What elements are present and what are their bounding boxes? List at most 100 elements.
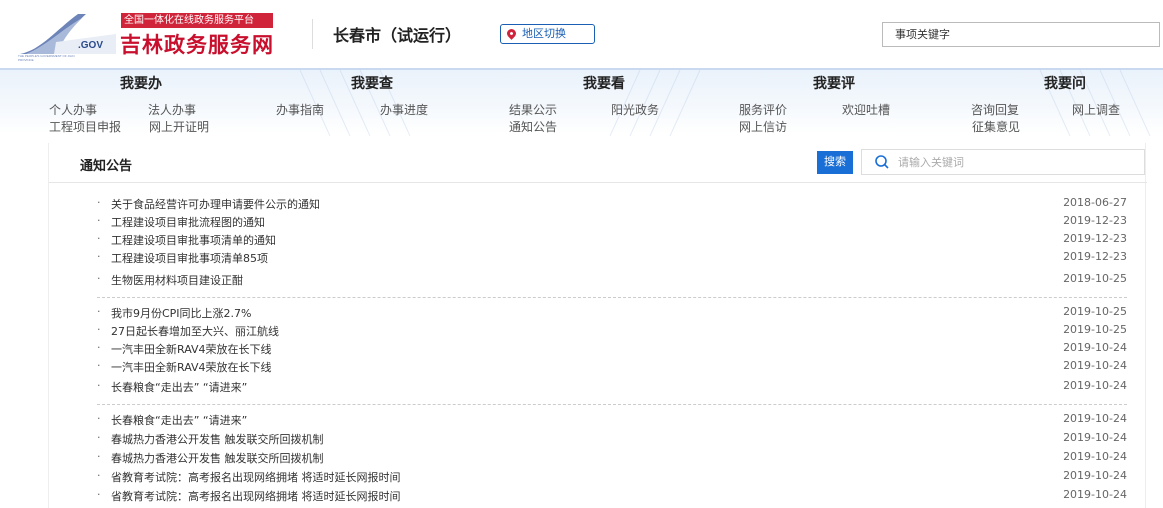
bullet: · xyxy=(97,341,101,354)
notice-item[interactable]: · 工程建设项目审批流程图的通知 2019-12-23 xyxy=(97,214,1127,232)
notice-item[interactable]: · 工程建设项目审批事项清单的通知 2019-12-23 xyxy=(97,232,1127,250)
region-switch-label: 地区切换 xyxy=(522,27,566,40)
group-separator xyxy=(97,404,1127,405)
notice-date: 2019-10-24 xyxy=(1063,469,1127,482)
site-header: .GOV THE PEOPLE'S GOVERNMENT OF JILIN PR… xyxy=(0,0,1163,68)
notice-title[interactable]: 长春粮食“走出去” “请进来” xyxy=(111,412,247,428)
nav-category-kan[interactable]: 我要看 xyxy=(583,73,625,93)
notice-title[interactable]: 春城热力香港公开发售 触发联交所回拨机制 xyxy=(111,450,324,466)
notice-title[interactable]: 关于食品经营许可办理申请要件公示的通知 xyxy=(111,196,320,212)
bullet: · xyxy=(97,250,101,263)
notice-date: 2019-10-24 xyxy=(1063,359,1127,372)
nav-link-petition[interactable]: 网上信访 xyxy=(739,118,787,135)
top-search-input[interactable] xyxy=(882,22,1160,47)
notice-title[interactable]: 省教育考试院：高考报名出现网络拥堵 将适时延长网报时间 xyxy=(111,469,401,485)
nav-link-legal-person[interactable]: 法人办事 xyxy=(148,101,196,118)
notice-panel: 通知公告 搜索 · 关于食品经营许可办理申请要件公示的通知 2018-06-27 ·… xyxy=(48,143,1147,508)
bullet: · xyxy=(97,431,101,444)
notice-title[interactable]: 工程建设项目审批事项清单85项 xyxy=(111,250,268,266)
notice-title[interactable]: 一汽丰田全新RAV4荣放在长下线 xyxy=(111,359,272,375)
nav-link-replies[interactable]: 咨询回复 xyxy=(971,101,1019,118)
keyword-search-input[interactable] xyxy=(898,153,1128,171)
city-title: 长春市（试运行） xyxy=(333,26,462,45)
bullet: · xyxy=(97,232,101,245)
bullet: · xyxy=(97,379,101,392)
bullet: · xyxy=(97,488,101,501)
group-separator xyxy=(97,297,1127,298)
bullet: · xyxy=(97,469,101,482)
notice-date: 2019-10-24 xyxy=(1063,341,1127,354)
nav-link-opinions[interactable]: 征集意见 xyxy=(972,118,1020,135)
logo-subtitle: 全国一体化在线政务服务平台 xyxy=(121,13,273,28)
bullet: · xyxy=(97,214,101,227)
notice-item[interactable]: · 一汽丰田全新RAV4荣放在长下线 2019-10-24 xyxy=(97,341,1127,359)
search-button[interactable]: 搜索 xyxy=(817,151,853,174)
notice-title[interactable]: 工程建设项目审批流程图的通知 xyxy=(111,214,265,230)
nav-link-results[interactable]: 结果公示 xyxy=(509,101,557,118)
notice-date: 2019-10-25 xyxy=(1063,272,1127,285)
bullet: · xyxy=(97,196,101,209)
notice-title[interactable]: 生物医用材料项目建设正酣 xyxy=(111,272,243,288)
keyword-search-box[interactable] xyxy=(861,149,1145,175)
notice-date: 2019-12-23 xyxy=(1063,214,1127,227)
notice-item[interactable]: · 一汽丰田全新RAV4荣放在长下线 2019-10-24 xyxy=(97,359,1127,377)
nav-link-progress[interactable]: 办事进度 xyxy=(380,101,428,118)
notice-item[interactable]: · 我市9月份CPI同比上涨2.7% 2019-10-25 xyxy=(97,305,1127,323)
nav-link-certificate[interactable]: 网上开证明 xyxy=(149,118,209,135)
nav-link-project-declare[interactable]: 工程项目申报 xyxy=(49,118,121,135)
site-title[interactable]: 吉林政务服务网 xyxy=(120,29,274,59)
notice-title[interactable]: 省教育考试院：高考报名出现网络拥堵 将适时延长网报时间 xyxy=(111,488,401,504)
nav-link-notices[interactable]: 通知公告 xyxy=(509,118,557,135)
notice-date: 2019-12-23 xyxy=(1063,250,1127,263)
bullet: · xyxy=(97,272,101,285)
bullet: · xyxy=(97,412,101,425)
nav-category-wen[interactable]: 我要问 xyxy=(1044,73,1086,93)
nav-link-survey[interactable]: 网上调查 xyxy=(1072,101,1120,118)
main-nav: 我要办 我要查 我要看 我要评 我要问 个人办事 法人办事 工程项目申报 网上开… xyxy=(0,68,1163,136)
region-switch-button[interactable]: 地区切换 xyxy=(500,24,595,44)
notice-item[interactable]: · 春城热力香港公开发售 触发联交所回拨机制 2019-10-24 xyxy=(97,431,1127,449)
title-divider xyxy=(49,182,1147,183)
nav-link-service-rating[interactable]: 服务评价 xyxy=(739,101,787,118)
bullet: · xyxy=(97,450,101,463)
notice-date: 2019-10-24 xyxy=(1063,431,1127,444)
notice-date: 2018-06-27 xyxy=(1063,196,1127,209)
nav-link-guide[interactable]: 办事指南 xyxy=(276,101,324,118)
bullet: · xyxy=(97,305,101,318)
nav-category-ping[interactable]: 我要评 xyxy=(813,73,855,93)
notice-item[interactable]: · 春城热力香港公开发售 触发联交所回拨机制 2019-10-24 xyxy=(97,450,1127,468)
notice-title[interactable]: 工程建设项目审批事项清单的通知 xyxy=(111,232,276,248)
notice-date: 2019-10-24 xyxy=(1063,488,1127,501)
bullet: · xyxy=(97,359,101,372)
bullet: · xyxy=(97,323,101,336)
notice-title[interactable]: 春城热力香港公开发售 触发联交所回拨机制 xyxy=(111,431,324,447)
notice-date: 2019-10-24 xyxy=(1063,450,1127,463)
notice-date: 2019-12-23 xyxy=(1063,232,1127,245)
nav-link-complaints[interactable]: 欢迎吐槽 xyxy=(842,101,890,118)
notice-item[interactable]: · 关于食品经营许可办理申请要件公示的通知 2018-06-27 xyxy=(97,196,1127,214)
notice-title[interactable]: 长春粮食“走出去” “请进来” xyxy=(111,379,247,395)
location-pin-icon xyxy=(505,27,518,40)
logo-gov-text: .GOV xyxy=(78,40,103,51)
notice-item[interactable]: · 工程建设项目审批事项清单85项 2019-12-23 xyxy=(97,250,1127,268)
notice-item[interactable]: · 生物医用材料项目建设正酣 2019-10-25 xyxy=(97,272,1127,290)
nav-link-sunshine-gov[interactable]: 阳光政务 xyxy=(611,101,659,118)
notice-title[interactable]: 27日起长春增加至大兴、丽江航线 xyxy=(111,323,279,339)
nav-category-ban[interactable]: 我要办 xyxy=(120,73,162,93)
nav-link-personal[interactable]: 个人办事 xyxy=(49,101,97,118)
search-icon xyxy=(875,155,889,169)
nav-category-cha[interactable]: 我要查 xyxy=(351,73,393,93)
notice-date: 2019-10-25 xyxy=(1063,305,1127,318)
notice-item[interactable]: · 省教育考试院：高考报名出现网络拥堵 将适时延长网报时间 2019-10-24 xyxy=(97,469,1127,487)
notice-date: 2019-10-24 xyxy=(1063,379,1127,392)
notice-item[interactable]: · 省教育考试院：高考报名出现网络拥堵 将适时延长网报时间 2019-10-24 xyxy=(97,488,1127,506)
notice-title[interactable]: 我市9月份CPI同比上涨2.7% xyxy=(111,305,252,321)
notice-item[interactable]: · 长春粮食“走出去” “请进来” 2019-10-24 xyxy=(97,412,1127,430)
notice-title[interactable]: 一汽丰田全新RAV4荣放在长下线 xyxy=(111,341,272,357)
header-divider xyxy=(312,19,313,49)
notice-date: 2019-10-24 xyxy=(1063,412,1127,425)
notice-item[interactable]: · 长春粮食“走出去” “请进来” 2019-10-24 xyxy=(97,379,1127,397)
notice-item[interactable]: · 27日起长春增加至大兴、丽江航线 2019-10-25 xyxy=(97,323,1127,341)
page-title: 通知公告 xyxy=(80,159,133,174)
logo-tiny-caption: THE PEOPLE'S GOVERNMENT OF JILIN PROVINC… xyxy=(18,54,75,62)
